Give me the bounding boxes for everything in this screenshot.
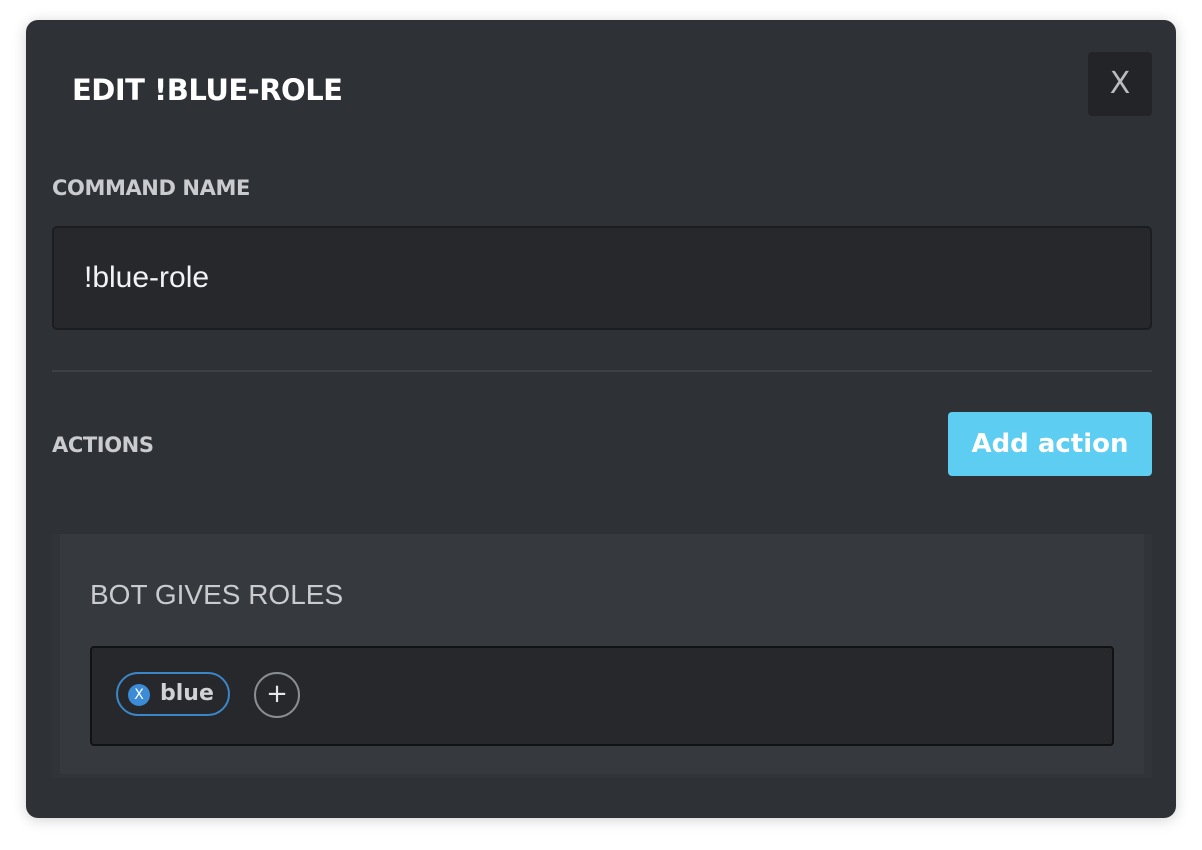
command-name-label: COMMAND NAME — [52, 176, 250, 200]
role-chip-label: blue — [160, 681, 214, 706]
close-icon: X — [1109, 66, 1131, 101]
role-chip-blue: X blue — [116, 672, 230, 716]
edit-command-modal: EDIT !BLUE-ROLE X COMMAND NAME ACTIONS A… — [26, 20, 1176, 818]
modal-title: EDIT !BLUE-ROLE — [72, 73, 343, 107]
action-title: BOT GIVES ROLES — [90, 579, 344, 610]
add-action-button[interactable]: Add action — [948, 412, 1152, 476]
plus-icon: + — [266, 679, 288, 709]
action-card-bot-gives-roles: BOT GIVES ROLES X blue + — [52, 534, 1152, 778]
roles-selector[interactable]: X blue + — [90, 646, 1114, 746]
actions-label: ACTIONS — [52, 433, 154, 457]
remove-role-icon[interactable]: X — [128, 684, 150, 706]
divider — [52, 370, 1152, 372]
add-role-button[interactable]: + — [254, 672, 300, 718]
command-name-input[interactable] — [52, 226, 1152, 330]
close-button[interactable]: X — [1088, 52, 1152, 116]
